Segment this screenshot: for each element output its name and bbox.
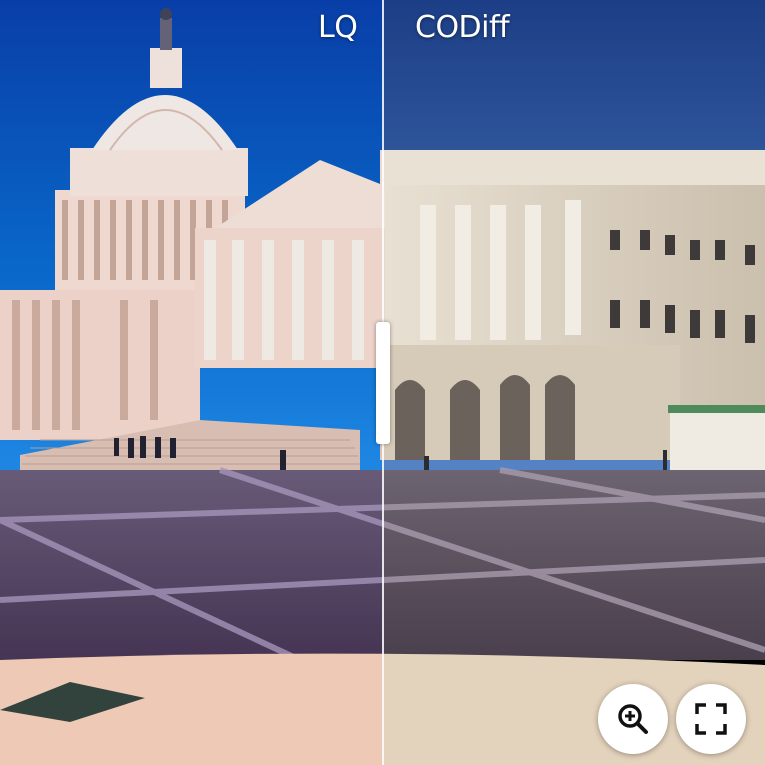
lq-label: LQ [318,10,358,45]
zoom-in-icon [618,704,648,734]
image-compare-viewer[interactable]: LQ CODiff [0,0,765,765]
compare-slider-handle[interactable] [376,322,390,444]
fullscreen-icon [695,703,727,735]
zoom-button[interactable] [598,684,668,754]
fullscreen-button[interactable] [676,684,746,754]
codiff-label: CODiff [415,10,510,45]
compression-artifact-tint [0,0,383,765]
low-quality-image-panel [0,0,383,765]
